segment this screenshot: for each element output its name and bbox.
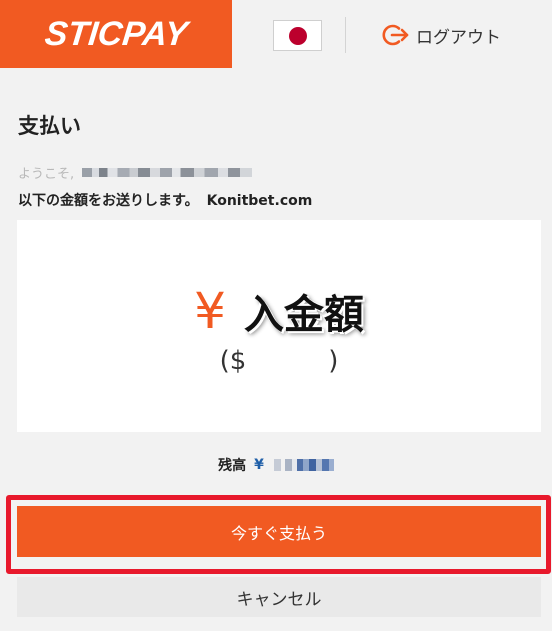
header-divider [345, 17, 346, 53]
pay-now-button[interactable]: 今すぐ支払う [17, 506, 541, 557]
usd-open: ($ [219, 346, 247, 376]
merchant-name: Konitbet.com [206, 193, 313, 209]
japan-flag-icon[interactable] [273, 20, 322, 51]
yen-symbol: ¥ [194, 282, 226, 340]
header: STICPAY ログアウト [0, 0, 552, 68]
amount-input[interactable]: 入金額 [244, 282, 364, 340]
usd-close: ) [328, 346, 339, 376]
balance-label: 残高 [218, 458, 247, 474]
logout-arrow-icon [382, 24, 409, 46]
amount-row: ¥ 入金額 [17, 282, 541, 340]
send-text: 以下の金額をお送りします。 [18, 193, 199, 209]
amount-box: ¥ 入金額 ($ ) [17, 220, 541, 432]
redacted-balance [273, 459, 334, 471]
usd-conversion: ($ ) [17, 346, 541, 376]
logo-text: STICPAY [42, 14, 190, 53]
balance-yen-symbol: ¥ [254, 457, 264, 473]
flag-sun [288, 26, 307, 45]
send-line: 以下の金額をお送りします。 Konitbet.com [18, 190, 312, 210]
logout-button[interactable]: ログアウト [382, 21, 501, 49]
page-title: 支払い [18, 114, 81, 138]
welcome-text: ようこそ, [18, 166, 75, 182]
cancel-button[interactable]: キャンセル [17, 577, 541, 617]
sticpay-logo[interactable]: STICPAY [0, 0, 232, 68]
balance-line: 残高 ¥ [0, 455, 552, 475]
welcome-line: ようこそ, [18, 162, 253, 182]
logout-label: ログアウト [416, 27, 501, 48]
redacted-username [82, 167, 253, 177]
